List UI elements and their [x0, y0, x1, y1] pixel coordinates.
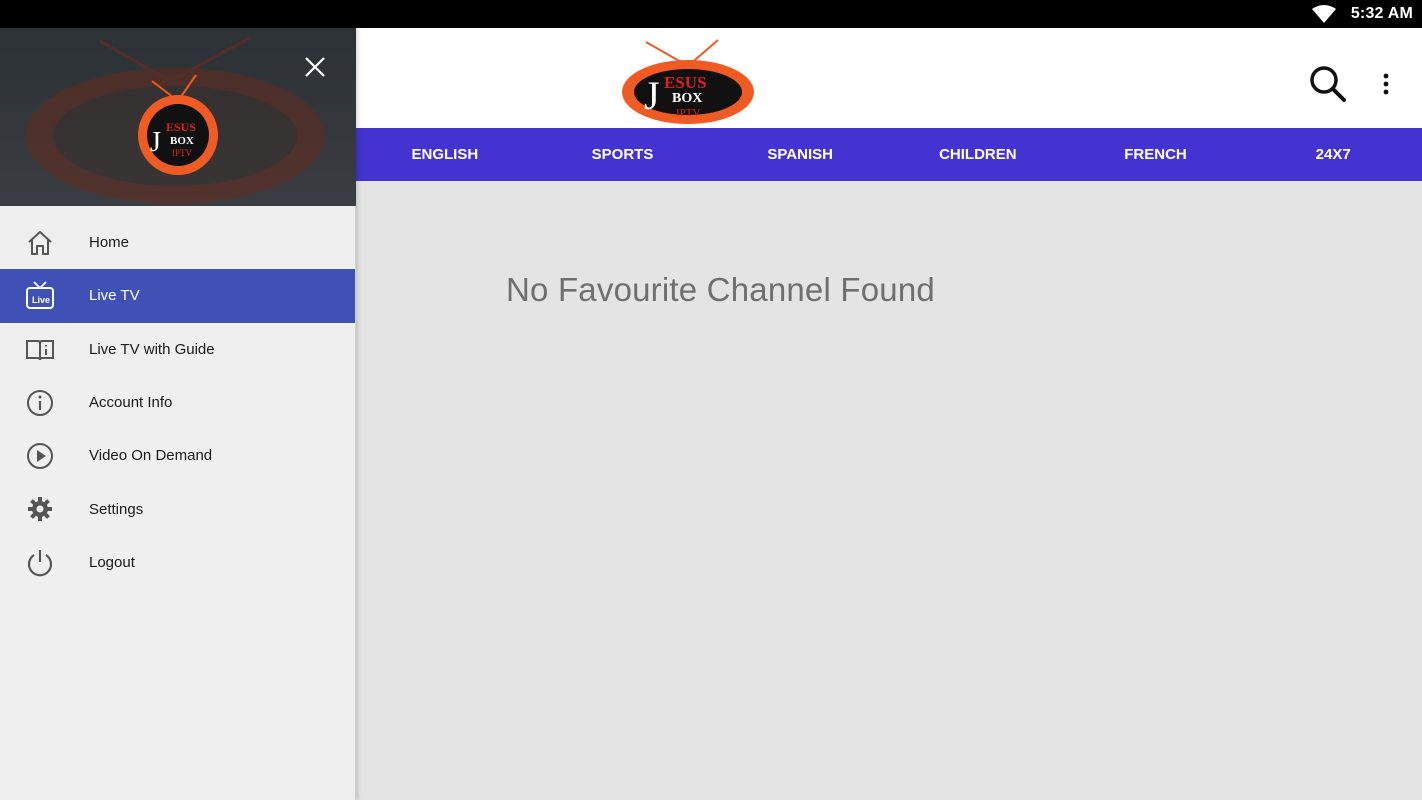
sidebar-item-label: Settings: [89, 500, 144, 518]
power-icon: [24, 546, 56, 578]
category-tabs: ENGLISH SPORTS SPANISH CHILDREN FRENCH 2…: [356, 128, 1422, 181]
logo-top-text: ESUS: [664, 73, 707, 92]
sidebar-item-label: Live TV with Guide: [89, 340, 215, 358]
sidebar-item-label: Home: [89, 234, 130, 252]
sidebar-item-home[interactable]: Home: [0, 216, 355, 269]
live-badge-text: Live: [32, 295, 50, 305]
drawer-logo-top-text: ESUS: [166, 120, 196, 134]
tab-french[interactable]: FRENCH: [1067, 128, 1245, 181]
sidebar-item-settings[interactable]: Settings: [0, 482, 355, 535]
close-icon[interactable]: [302, 54, 328, 80]
logo-initial: J: [644, 73, 660, 118]
channel-list-area: No Favourite Channel Found: [356, 181, 1422, 800]
brand-logo[interactable]: J ESUS BOX IPTV: [618, 36, 758, 128]
tab-english[interactable]: ENGLISH: [356, 128, 534, 181]
live-tv-icon: Live: [24, 280, 56, 312]
home-icon: [24, 227, 56, 259]
sidebar-item-live-tv-guide[interactable]: Live TV with Guide: [0, 323, 355, 376]
drawer-logo-mid-text: BOX: [170, 135, 194, 147]
tab-children[interactable]: CHILDREN: [889, 128, 1067, 181]
drawer-logo: J ESUS BOX IPTV: [138, 74, 218, 175]
sidebar-item-label: Logout: [89, 553, 135, 571]
play-icon: [24, 440, 56, 472]
sidebar-item-label: Video On Demand: [89, 447, 213, 465]
sidebar-item-logout[interactable]: Logout: [0, 536, 355, 589]
logo-bottom-text: IPTV: [676, 107, 701, 119]
sidebar-item-label: Live TV: [89, 287, 140, 305]
logo-mid-text: BOX: [672, 91, 702, 106]
status-time: 5:32 AM: [1350, 5, 1413, 22]
wifi-icon: [1312, 5, 1336, 23]
sidebar-item-live-tv[interactable]: Live Live TV: [0, 269, 355, 323]
empty-state-message: No Favourite Channel Found: [506, 271, 935, 308]
tab-24x7[interactable]: 24X7: [1244, 128, 1422, 181]
drawer-logo-initial: J: [150, 127, 161, 158]
status-bar: 5:32 AM: [0, 0, 1422, 28]
drawer-menu: Home Live Live TV Live TV with Guide Acc…: [0, 216, 355, 589]
gear-icon: [24, 493, 56, 525]
drawer-header: J ESUS BOX IPTV: [0, 28, 356, 206]
info-icon: [24, 387, 56, 419]
drawer-logo-bottom-text: IPTV: [172, 148, 193, 158]
tab-sports[interactable]: SPORTS: [534, 128, 712, 181]
search-icon[interactable]: [1308, 64, 1348, 104]
sidebar-item-video-on-demand[interactable]: Video On Demand: [0, 429, 355, 482]
sidebar-item-label: Account Info: [89, 394, 173, 412]
tab-spanish[interactable]: SPANISH: [711, 128, 889, 181]
more-vert-icon[interactable]: [1376, 72, 1396, 96]
app-bar: J ESUS BOX IPTV: [356, 28, 1422, 128]
sidebar-item-account-info[interactable]: Account Info: [0, 376, 355, 429]
navigation-drawer: J ESUS BOX IPTV Home Live Live TV Live T…: [0, 28, 356, 800]
guide-book-icon: [24, 333, 56, 365]
